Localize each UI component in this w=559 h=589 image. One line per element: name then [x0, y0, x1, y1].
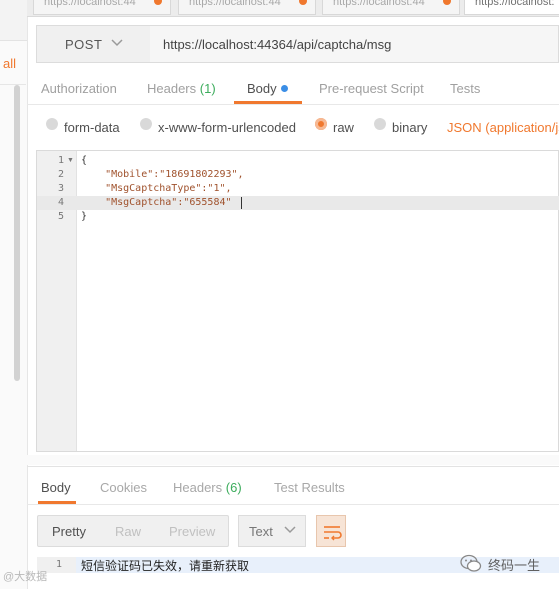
method-label: POST [65, 37, 103, 52]
tab-headers-label: Headers [147, 81, 197, 96]
request-tab-label: https://localhost:44 [189, 0, 281, 8]
radio-urlencoded[interactable] [140, 118, 152, 130]
line-number: 2 [57, 169, 64, 180]
response-tab-cookies[interactable]: Cookies [100, 480, 147, 495]
response-tab-test-results[interactable]: Test Results [274, 480, 345, 495]
radio-raw[interactable] [315, 118, 327, 130]
radio-urlencoded-label[interactable]: x-www-form-urlencoded [158, 120, 296, 135]
unsaved-dot-icon [299, 0, 307, 5]
request-tab-label: https://localhost: [475, 0, 555, 8]
response-tabs-divider [27, 504, 559, 505]
request-tab-active[interactable]: https://localhost: [464, 0, 559, 15]
wrap-lines-button[interactable] [316, 515, 346, 547]
tab-body[interactable]: Body [247, 81, 277, 96]
sidebar-header [0, 0, 27, 41]
view-preview-button[interactable]: Preview [169, 524, 215, 539]
tab-prerequest-script[interactable]: Pre-request Script [319, 81, 424, 96]
response-tab-headers[interactable]: Headers (6) [173, 480, 242, 495]
watermark-left: @大数据 [3, 571, 48, 583]
body-modified-dot-icon [281, 85, 288, 92]
tab-authorization[interactable]: Authorization [41, 81, 117, 96]
response-divider [27, 466, 559, 467]
chevron-down-icon [110, 35, 124, 52]
sidebar-divider [0, 84, 26, 85]
headers-count: (1) [199, 81, 216, 96]
sidebar-scrollbar[interactable] [14, 85, 20, 381]
request-tab[interactable]: https://localhost:44 [178, 0, 316, 15]
content-type-select[interactable]: JSON (application/json) [447, 120, 559, 135]
request-tab[interactable]: https://localhost:44 [322, 0, 460, 15]
code-line: "Mobile":"18691802293", [81, 169, 244, 180]
code-line: { [81, 155, 88, 166]
radio-binary-label[interactable]: binary [392, 120, 427, 135]
request-tab-label: https://localhost:44 [44, 0, 136, 8]
line-number: 1 [57, 155, 64, 166]
request-tab-strip: https://localhost:44 https://localhost:4… [27, 0, 559, 17]
fold-arrow-icon[interactable]: ▼ [67, 157, 74, 164]
line-number: 3 [57, 183, 64, 194]
radio-form-data-label[interactable]: form-data [64, 120, 120, 135]
response-headers-count: (6) [225, 480, 242, 495]
response-tab-headers-label: Headers [173, 480, 223, 495]
code-line: } [81, 211, 88, 222]
view-raw-button[interactable]: Raw [115, 524, 141, 539]
tab-tests[interactable]: Tests [450, 81, 480, 96]
code-line: "MsgCaptchaType":"1", [81, 183, 232, 194]
pane-resizer[interactable] [27, 455, 559, 465]
request-tab-label: https://localhost:44 [333, 0, 425, 8]
response-text: 短信验证码已失效，请重新获取 [81, 559, 250, 573]
text-cursor [241, 197, 242, 209]
radio-form-data[interactable] [46, 118, 58, 130]
watermark-right: 终码一生 [488, 558, 541, 573]
unsaved-dot-icon [154, 0, 162, 5]
response-tab-body[interactable]: Body [41, 480, 71, 495]
sidebar-filter-all[interactable]: all [3, 56, 16, 71]
format-label: Text [249, 524, 273, 539]
url-value: https://localhost:44364/api/captcha/msg [163, 37, 392, 52]
line-number: 4 [57, 197, 64, 208]
request-tab[interactable]: https://localhost:44 [33, 0, 171, 15]
view-pretty-button[interactable]: Pretty [52, 524, 86, 539]
tab-headers[interactable]: Headers (1) [147, 81, 216, 96]
wrap-lines-icon [324, 526, 342, 541]
line-number: 5 [57, 211, 64, 222]
radio-binary[interactable] [374, 118, 386, 130]
radio-raw-label[interactable]: raw [333, 120, 354, 135]
chevron-down-icon [283, 522, 297, 539]
tabs-divider [27, 104, 559, 105]
unsaved-dot-icon [443, 0, 451, 5]
response-line-number: 1 [56, 559, 63, 570]
code-line: "MsgCaptcha":"655584" [81, 197, 232, 208]
wechat-icon [460, 554, 482, 579]
